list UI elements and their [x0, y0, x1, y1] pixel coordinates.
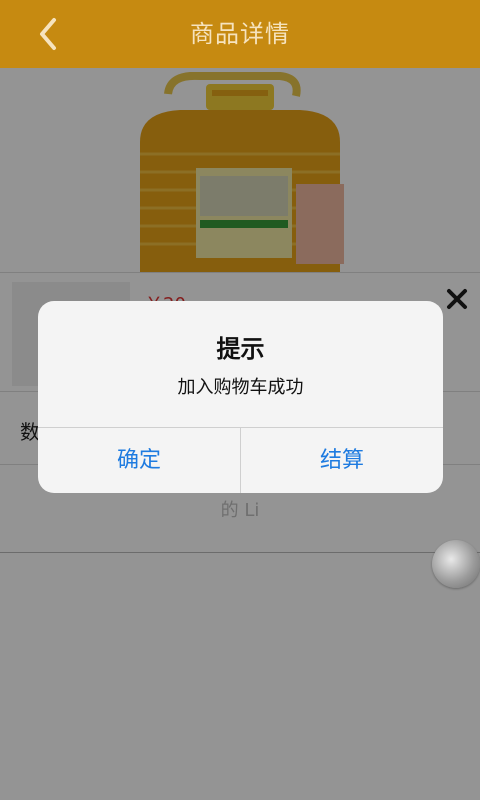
page-title: 商品详情	[190, 20, 290, 48]
dialog-title: 提示	[216, 335, 265, 363]
top-bar: 商品详情	[0, 0, 480, 68]
confirm-button[interactable]: 确定	[38, 428, 240, 493]
close-icon	[447, 289, 467, 309]
checkout-button[interactable]: 结算	[241, 428, 443, 493]
alert-dialog: 提示 加入购物车成功 确定 结算	[38, 301, 443, 493]
floating-action-ball[interactable]	[432, 540, 480, 588]
dialog-message: 加入购物车成功	[177, 377, 304, 398]
close-button[interactable]	[444, 286, 470, 312]
